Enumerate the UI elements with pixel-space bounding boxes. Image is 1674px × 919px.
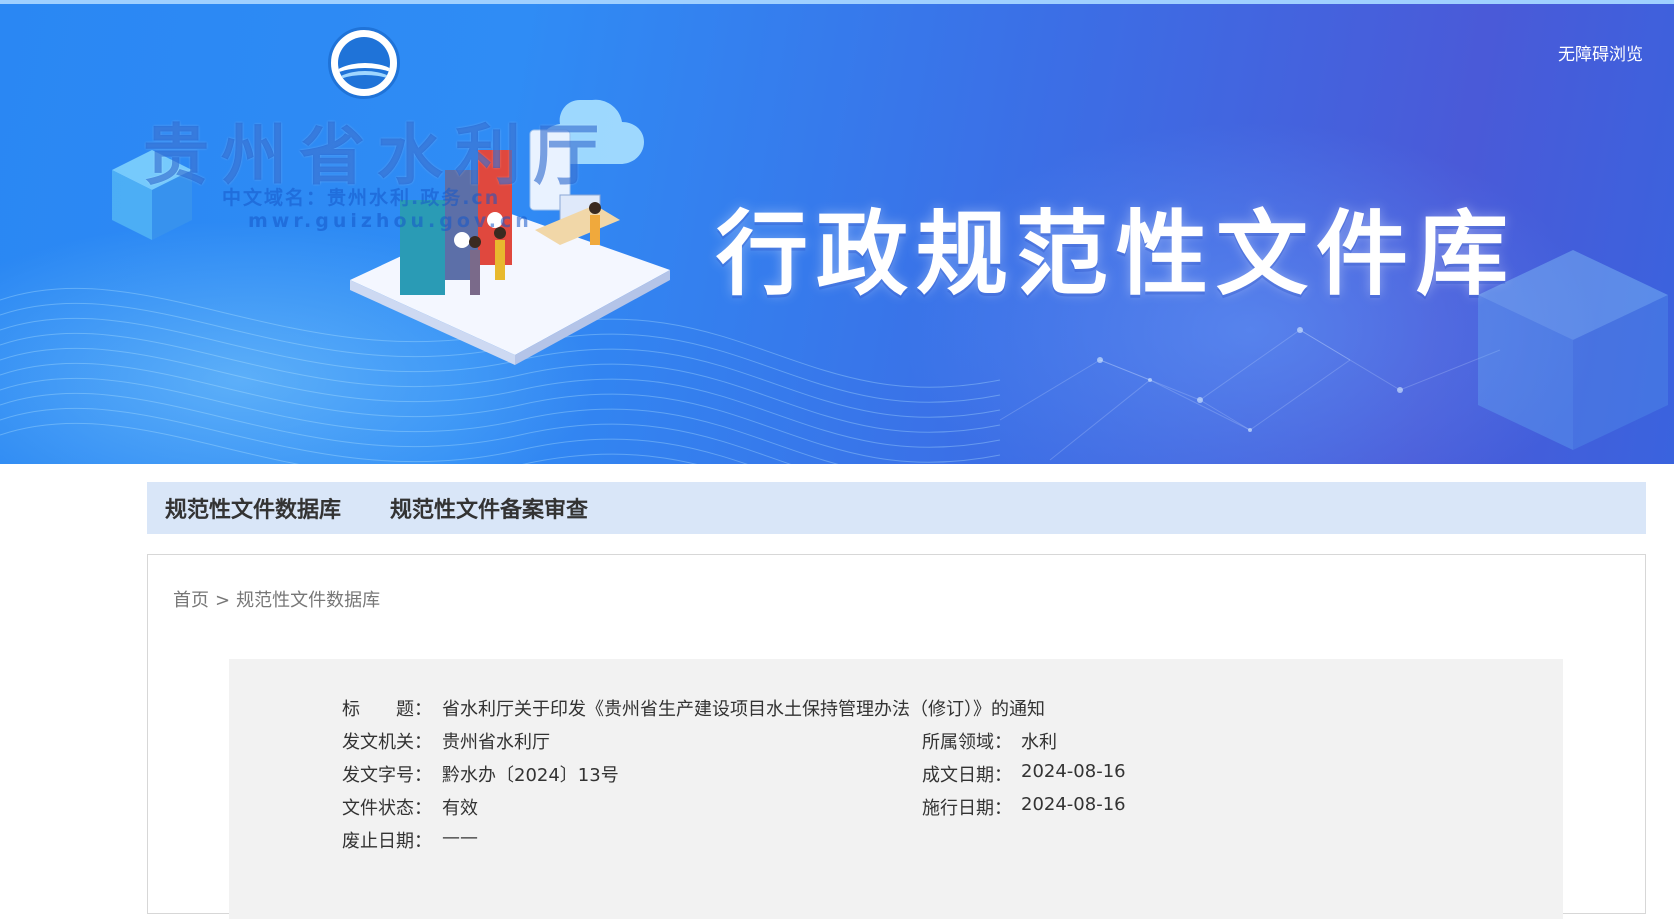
- status-value: 有效: [442, 798, 478, 819]
- accessibility-link[interactable]: 无障碍浏览: [1558, 40, 1643, 65]
- breadcrumb-home-link[interactable]: 首页: [173, 590, 209, 611]
- nav-item-database[interactable]: 规范性文件数据库: [165, 492, 341, 524]
- status-label: 文件状态：: [342, 798, 432, 819]
- breadcrumb: 首页 > 规范性文件数据库: [173, 586, 380, 612]
- document-info-panel: 标 题： 省水利厅关于印发《贵州省生产建设项目水土保持管理办法（修订）》的通知 …: [229, 659, 1563, 919]
- banner-title: 行政规范性文件库: [716, 201, 1517, 308]
- info-row-issuer: 发文机关： 贵州省水利厅 所属领域： 水利: [229, 728, 1563, 758]
- repeal-date-label: 废止日期：: [342, 831, 432, 852]
- nav-item-filing-review[interactable]: 规范性文件备案审查: [390, 492, 588, 524]
- written-date-label: 成文日期：: [922, 765, 1012, 786]
- main-nav: 规范性文件数据库 规范性文件备案审查: [147, 482, 1646, 534]
- repeal-date-value: ——: [442, 827, 478, 848]
- effective-date-value: 2024-08-16: [1021, 794, 1126, 815]
- written-date-value: 2024-08-16: [1021, 761, 1126, 782]
- effective-date-label: 施行日期：: [922, 798, 1012, 819]
- info-row-status: 文件状态： 有效 施行日期： 2024-08-16: [229, 794, 1563, 824]
- org-domain-en: mwr.guizhou.gov.cn: [248, 210, 533, 232]
- organization-logo: [328, 27, 400, 99]
- info-row-title: 标 题： 省水利厅关于印发《贵州省生产建设项目水土保持管理办法（修订）》的通知: [229, 695, 1563, 725]
- issuer-value: 贵州省水利厅: [442, 732, 550, 753]
- header-banner: 贵州省水利厅 中文域名：贵州水利.政务.cn mwr.guizhou.gov.c…: [0, 0, 1674, 464]
- info-row-number: 发文字号： 黔水办〔2024〕13号 成文日期： 2024-08-16: [229, 761, 1563, 791]
- issuer-label: 发文机关：: [342, 732, 432, 753]
- domain-value: 水利: [1021, 732, 1057, 753]
- org-domain-cn: 中文域名：贵州水利.政务.cn: [222, 187, 501, 209]
- breadcrumb-current-link[interactable]: 规范性文件数据库: [236, 590, 380, 611]
- breadcrumb-separator: >: [215, 590, 231, 611]
- title-label: 标 题：: [342, 699, 432, 720]
- info-row-repeal: 废止日期： ——: [229, 827, 1563, 857]
- domain-label: 所属领域：: [922, 732, 1012, 753]
- title-value: 省水利厅关于印发《贵州省生产建设项目水土保持管理办法（修订）》的通知: [442, 699, 1045, 720]
- number-label: 发文字号：: [342, 765, 432, 786]
- number-value: 黔水办〔2024〕13号: [442, 765, 619, 786]
- content-box: 首页 > 规范性文件数据库 标 题： 省水利厅关于印发《贵州省生产建设项目水土保持管…: [147, 554, 1646, 919]
